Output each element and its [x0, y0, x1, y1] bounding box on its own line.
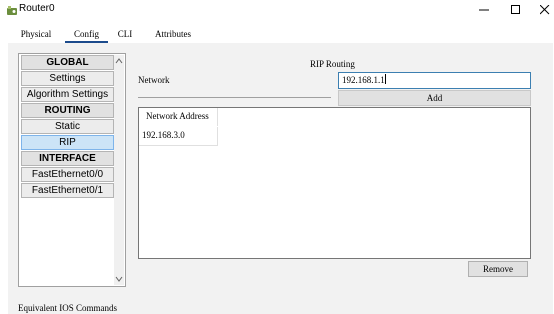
scroll-down-icon[interactable] — [115, 275, 123, 283]
sidebar-header-routing: ROUTING — [21, 103, 114, 118]
network-label: Network — [138, 75, 170, 85]
add-button[interactable]: Add — [338, 90, 531, 106]
sidebar-scrollbar[interactable] — [114, 55, 124, 285]
title-bar: Router0 — [0, 0, 554, 20]
sidebar-item-rip[interactable]: RIP — [21, 135, 114, 150]
minimize-button[interactable] — [471, 0, 497, 20]
sidebar-item-settings[interactable]: Settings — [21, 71, 114, 86]
maximize-icon — [511, 5, 520, 14]
sidebar-header-interface: INTERFACE — [21, 151, 114, 166]
table-header-network-address: Network Address — [139, 108, 218, 126]
tab-cli[interactable]: CLI — [113, 27, 137, 43]
sidebar-item-algorithm-settings[interactable]: Algorithm Settings — [21, 87, 114, 102]
sidebar-header-global: GLOBAL — [21, 55, 114, 70]
tab-config[interactable]: Config — [65, 27, 108, 43]
minimize-icon — [479, 9, 489, 11]
equivalent-ios-commands-label: Equivalent IOS Commands — [18, 303, 117, 313]
rip-routing-title: RIP Routing — [310, 59, 355, 69]
config-sidebar: GLOBAL Settings Algorithm Settings ROUTI… — [18, 53, 126, 287]
close-button[interactable] — [532, 0, 554, 20]
router-icon — [6, 4, 18, 16]
scroll-up-icon[interactable] — [115, 57, 123, 65]
network-input-value: 192.168.1.1 — [342, 75, 385, 85]
window-title: Router0 — [19, 3, 55, 14]
sidebar-item-static[interactable]: Static — [21, 119, 114, 134]
sidebar-item-fastethernet0-0[interactable]: FastEthernet0/0 — [21, 167, 114, 182]
table-row[interactable]: 192.168.3.0 — [139, 127, 218, 146]
network-input[interactable]: 192.168.1.1 — [338, 72, 531, 89]
tab-attributes[interactable]: Attributes — [144, 27, 202, 43]
maximize-button[interactable] — [503, 0, 529, 20]
label-divider — [138, 97, 331, 98]
close-icon — [540, 5, 550, 15]
network-address-table: Network Address 192.168.3.0 — [138, 107, 531, 259]
sidebar-item-fastethernet0-1[interactable]: FastEthernet0/1 — [21, 183, 114, 198]
tab-physical[interactable]: Physical — [10, 27, 62, 43]
remove-button[interactable]: Remove — [468, 261, 528, 277]
text-caret — [384, 74, 386, 84]
